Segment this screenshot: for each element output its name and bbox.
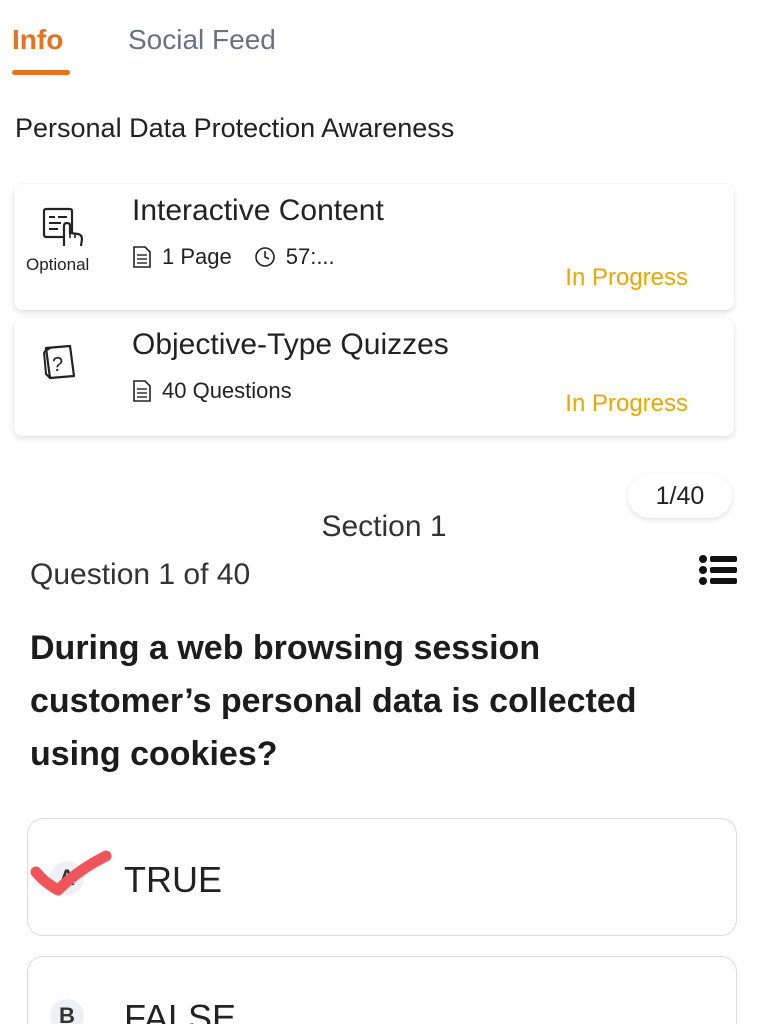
duration: 57:... <box>285 244 335 269</box>
svg-text:?: ? <box>52 354 63 376</box>
touch-content-icon <box>40 204 88 252</box>
course-title: Personal Data Protection Awareness <box>15 113 455 143</box>
card-title: Interactive Content <box>132 194 384 227</box>
objective-quizzes-card[interactable]: ? Objective-Type Quizzes 40 Questions In… <box>14 318 734 436</box>
question-list-icon[interactable] <box>698 554 738 586</box>
optional-badge: Optional <box>26 255 90 274</box>
interactive-content-card[interactable]: Optional Interactive Content 1 Page 57:.… <box>14 184 734 310</box>
answer-option-false[interactable]: B FALSE <box>27 956 737 1024</box>
card-title: Objective-Type Quizzes <box>132 328 449 361</box>
option-text: FALSE <box>124 997 237 1024</box>
active-tab-indicator <box>12 70 70 75</box>
clock-icon <box>254 247 275 267</box>
section-title: Section 1 <box>321 510 447 543</box>
tab-social-feed[interactable]: Social Feed <box>128 24 276 56</box>
card-meta: 1 Page 57:... <box>132 244 357 270</box>
option-letter: A <box>50 861 84 895</box>
option-letter: B <box>50 999 84 1024</box>
question-number: Question 1 of 40 <box>30 558 251 591</box>
option-text: TRUE <box>124 859 222 900</box>
document-icon <box>133 380 151 402</box>
answer-option-true[interactable]: A TRUE <box>27 818 737 936</box>
question-text: During a web browsing session customer’s… <box>30 629 637 773</box>
status-badge: In Progress <box>565 264 688 291</box>
page-count: 1 Page <box>162 244 232 269</box>
card-meta: 40 Questions <box>132 378 314 404</box>
tab-bar: Info Social Feed <box>0 0 768 90</box>
status-badge: In Progress <box>565 390 688 417</box>
document-icon <box>133 246 151 268</box>
quiz-question-icon: ? <box>40 340 88 388</box>
question-count: 40 Questions <box>162 378 292 403</box>
tab-info[interactable]: Info <box>12 24 63 56</box>
